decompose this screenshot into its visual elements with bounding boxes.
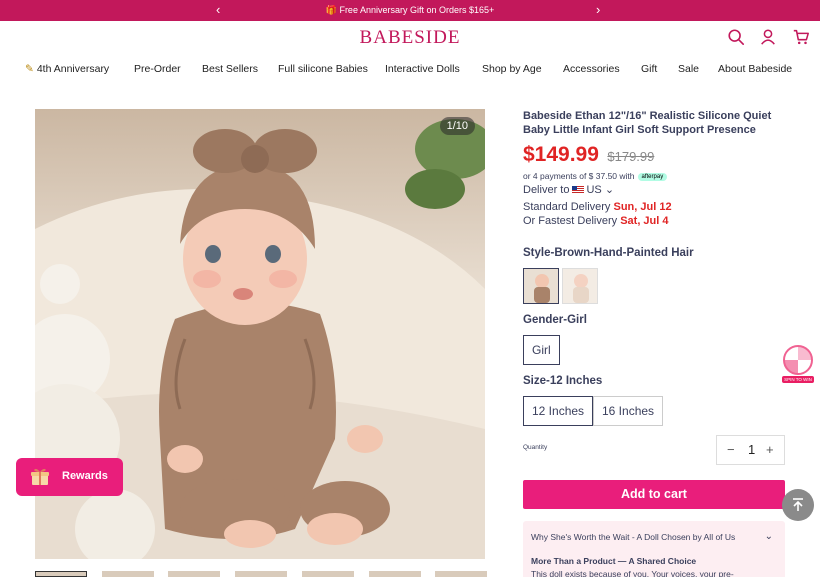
product-title: Babeside Ethan 12"/16" Realistic Silicon…: [523, 110, 772, 136]
thumbnail-1[interactable]: [35, 571, 87, 577]
account-icon[interactable]: [759, 28, 777, 46]
gender-option-girl[interactable]: Girl: [523, 335, 560, 365]
promo-message[interactable]: 🎁 Free Anniversary Gift on Orders $165+: [0, 5, 820, 16]
fastest-delivery: Or Fastest Delivery Sat, Jul 4: [523, 215, 669, 227]
nav-item-gift[interactable]: Gift: [641, 63, 657, 75]
nav-item-sale[interactable]: Sale: [678, 63, 699, 75]
cart-icon[interactable]: [792, 28, 810, 46]
spin-to-win-widget[interactable]: SPIN TO WIN: [781, 345, 815, 385]
quantity-label: Quantity: [523, 444, 548, 451]
nav-item-best-sellers[interactable]: Best Sellers: [202, 63, 258, 75]
spin-wheel-icon: [783, 345, 813, 375]
style-swatch-alt[interactable]: [562, 268, 598, 304]
promo-bar: ‹ 🎁 Free Anniversary Gift on Orders $165…: [0, 0, 820, 21]
accordion-subheading: More Than a Product — A Shared Choice: [531, 556, 697, 566]
style-label: Style-Brown-Hand-Painted Hair: [523, 247, 694, 259]
nav-item-interactive-dolls[interactable]: Interactive Dolls: [385, 63, 460, 75]
us-flag-icon: [572, 186, 585, 195]
arrow-up-icon: [793, 498, 803, 511]
sale-price: $149.99: [523, 143, 599, 166]
size-label: Size-12 Inches: [523, 375, 603, 387]
price-row: $149.99 $179.99: [523, 143, 654, 167]
promo-next-arrow-icon[interactable]: ›: [596, 2, 600, 18]
thumbnail-6[interactable]: [369, 571, 421, 577]
gender-label: Gender-Girl: [523, 314, 587, 326]
image-counter: 1/10: [439, 117, 475, 135]
chevron-down-icon[interactable]: ⌄: [765, 531, 773, 542]
search-icon[interactable]: [727, 28, 745, 46]
standard-delivery: Standard Delivery Sun, Jul 12: [523, 201, 672, 213]
country-select[interactable]: US: [586, 184, 601, 196]
rewards-button[interactable]: Rewards: [16, 458, 123, 496]
thumbnail-4[interactable]: [235, 571, 287, 577]
deliver-to[interactable]: Deliver to US ⌄: [523, 183, 614, 196]
style-swatch-brown[interactable]: [523, 268, 559, 304]
afterpay-badge[interactable]: afterpay: [637, 172, 668, 181]
add-to-cart-button[interactable]: Add to cart: [523, 480, 785, 509]
compare-price: $179.99: [607, 149, 655, 164]
anniversary-icon: ✎: [25, 63, 34, 75]
logo[interactable]: BABESIDE: [0, 27, 820, 49]
nav-item-pre-order[interactable]: Pre-Order: [134, 63, 181, 75]
site-header: BABESIDE: [0, 21, 820, 57]
gift-icon: [31, 468, 49, 485]
chevron-down-icon: ⌄: [604, 184, 615, 196]
product-info: Babeside Ethan 12"/16" Realistic Silicon…: [523, 109, 785, 577]
nav-item-about[interactable]: About Babeside: [718, 63, 792, 75]
nav-item-anniversary[interactable]: ✎ 4th Anniversary: [25, 63, 109, 75]
main-nav: ✎ 4th Anniversary Pre-Order Best Sellers …: [0, 60, 820, 80]
nav-item-full-silicone[interactable]: Full silicone Babies: [278, 63, 368, 75]
nav-item-shop-by-age[interactable]: Shop by Age: [482, 63, 542, 75]
installments-text: or 4 payments of $ 37.50 with afterpay: [523, 171, 668, 181]
thumbnail-2[interactable]: [102, 571, 154, 577]
quantity-stepper: − 1 +: [716, 435, 785, 465]
quantity-minus-button[interactable]: −: [727, 442, 735, 457]
accordion-body: This doll exists because of you. Your vo…: [531, 569, 734, 577]
thumbnail-3[interactable]: [168, 571, 220, 577]
size-option-16[interactable]: 16 Inches: [593, 396, 664, 426]
nav-item-accessories[interactable]: Accessories: [563, 63, 620, 75]
accordion-heading[interactable]: Why She's Worth the Wait - A Doll Chosen…: [531, 532, 735, 542]
thumbnail-5[interactable]: [302, 571, 354, 577]
thumbnail-strip: [35, 571, 487, 577]
quantity-plus-button[interactable]: +: [766, 442, 774, 457]
rewards-label: Rewards: [62, 470, 108, 482]
quantity-value[interactable]: 1: [748, 442, 755, 457]
thumbnail-7[interactable]: [435, 571, 487, 577]
back-to-top-button[interactable]: [782, 489, 814, 521]
spin-label: SPIN TO WIN: [782, 376, 814, 383]
accordion-why-worth: Why She's Worth the Wait - A Doll Chosen…: [523, 521, 785, 577]
size-option-12[interactable]: 12 Inches: [523, 396, 594, 426]
